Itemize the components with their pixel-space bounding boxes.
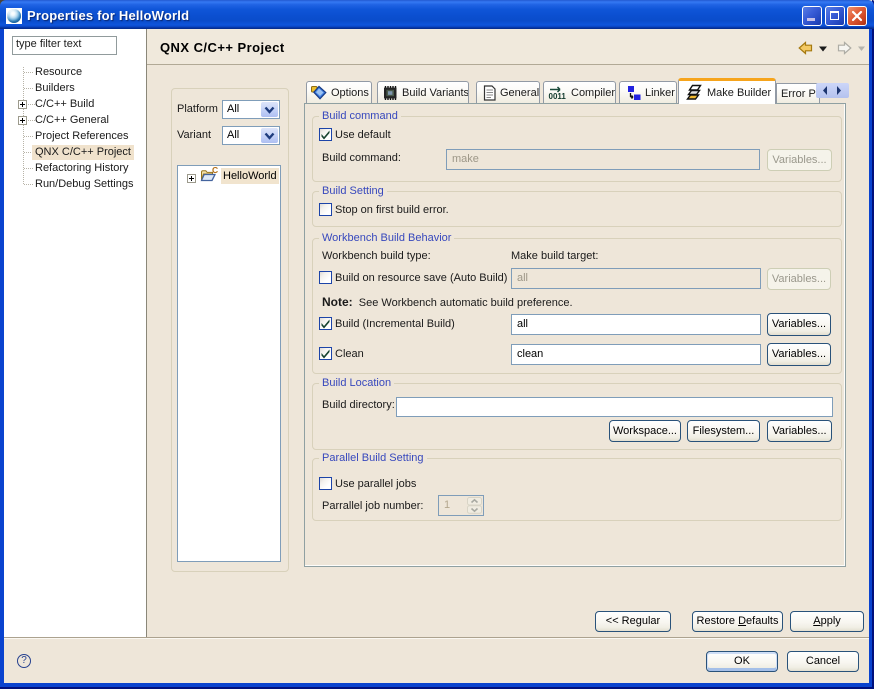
svg-text:0011: 0011 xyxy=(549,92,567,101)
svg-text:C: C xyxy=(212,167,218,175)
